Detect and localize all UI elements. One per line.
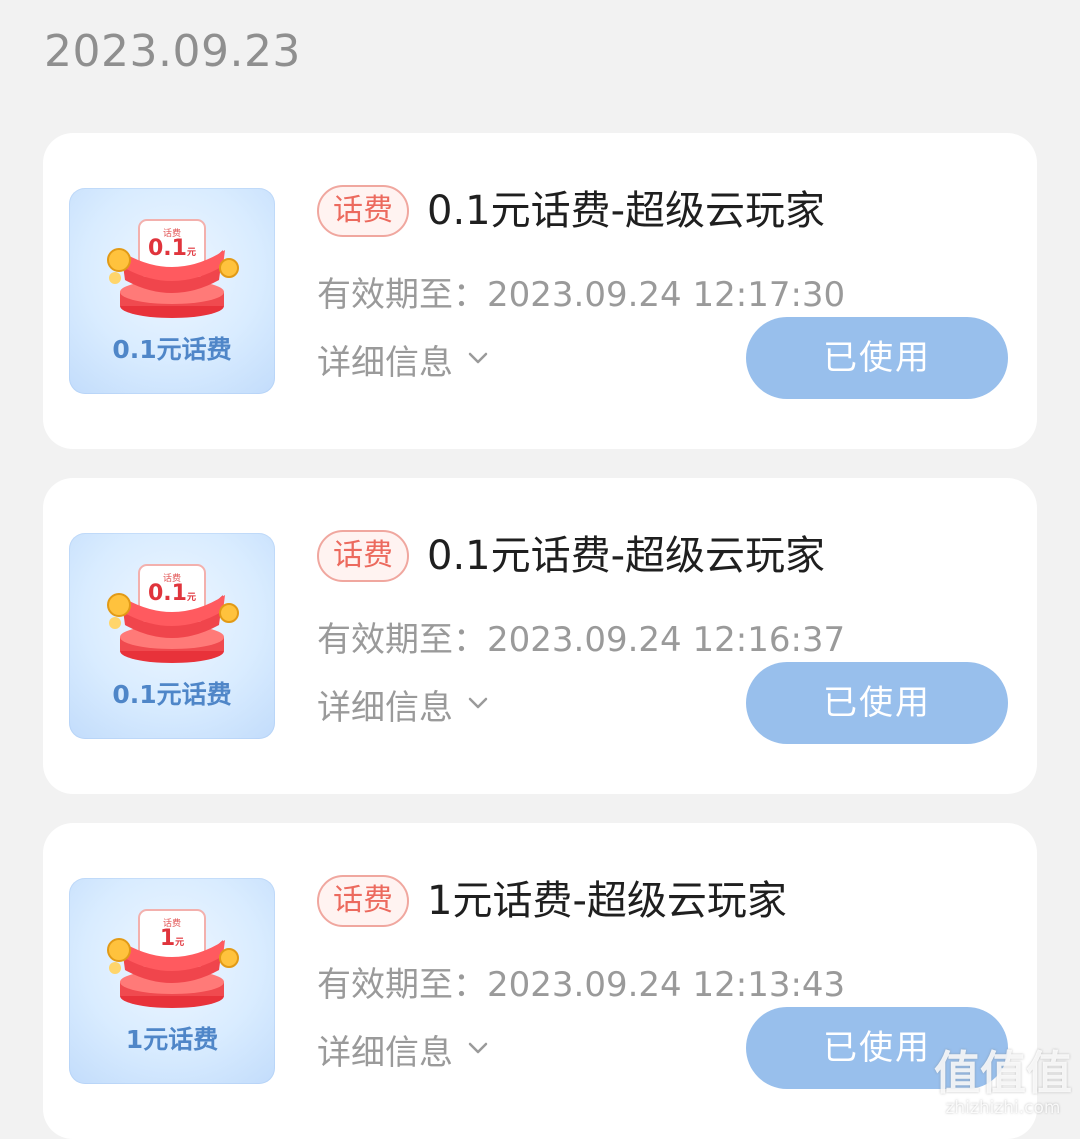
category-tag: 话费	[317, 185, 409, 237]
detail-toggle[interactable]: 详细信息	[317, 680, 489, 729]
detail-label: 详细信息	[317, 688, 453, 728]
thumb-label: 0.1元话费	[112, 335, 232, 364]
coupon-title: 0.1元话费-超级云玩家	[427, 188, 826, 234]
thumb-label: 0.1元话费	[112, 680, 232, 709]
thumb-badge-value: 0.1元	[139, 236, 205, 266]
coupon-title: 0.1元话费-超级云玩家	[427, 533, 826, 579]
chevron-down-icon	[468, 352, 488, 363]
thumb-badge-unit: 元	[186, 248, 196, 258]
category-tag: 话费	[317, 530, 409, 582]
validity-prefix: 有效期至：	[317, 275, 487, 315]
validity-text: 有效期至：2023.09.24 12:17:30	[317, 267, 845, 316]
thumb-badge-value: 0.1元	[139, 581, 205, 611]
thumb-badge-number: 1	[159, 926, 176, 951]
validity-datetime: 2023.09.24 12:16:37	[487, 620, 846, 660]
coupon-thumbnail: 话费 1元 1元话费	[69, 878, 275, 1084]
thumb-label: 1元话费	[125, 1025, 219, 1054]
validity-prefix: 有效期至：	[317, 965, 487, 1005]
thumb-badge-number: 0.1	[148, 581, 187, 606]
used-button[interactable]: 已使用	[746, 1007, 1008, 1089]
validity-text: 有效期至：2023.09.24 12:16:37	[317, 612, 845, 661]
validity-datetime: 2023.09.24 12:13:43	[487, 965, 846, 1005]
chevron-down-icon	[468, 697, 488, 708]
detail-label: 详细信息	[317, 343, 453, 383]
coupon-title: 1元话费-超级云玩家	[427, 878, 787, 924]
used-button[interactable]: 已使用	[746, 317, 1008, 399]
category-tag: 话费	[317, 875, 409, 927]
validity-text: 有效期至：2023.09.24 12:13:43	[317, 957, 845, 1006]
coupon-card[interactable]: 话费 1元 1元话费 话费 1元话费-超级云玩家 有效期至：2023.09.24…	[43, 823, 1037, 1139]
validity-datetime: 2023.09.24 12:17:30	[487, 275, 846, 315]
thumb-badge-unit: 元	[175, 938, 185, 948]
coupon-thumbnail: 话费 0.1元 0.1元话费	[69, 533, 275, 739]
thumb-badge-number: 0.1	[148, 236, 187, 261]
coupon-card[interactable]: 话费 0.1元 0.1元话费 话费 0.1元话费-超级云玩家 有效期至：2023…	[43, 478, 1037, 794]
thumb-badge-value: 1元	[139, 926, 205, 956]
detail-label: 详细信息	[317, 1033, 453, 1073]
thumb-badge-unit: 元	[186, 593, 196, 603]
detail-toggle[interactable]: 详细信息	[317, 1025, 489, 1074]
detail-toggle[interactable]: 详细信息	[317, 335, 489, 384]
chevron-down-icon	[468, 1042, 488, 1053]
coupon-card[interactable]: 话费 0.1元 0.1元话费 话费 0.1元话费-超级云玩家 有效期至：2023…	[43, 133, 1037, 449]
coupon-thumbnail: 话费 0.1元 0.1元话费	[69, 188, 275, 394]
used-button[interactable]: 已使用	[746, 662, 1008, 744]
validity-prefix: 有效期至：	[317, 620, 487, 660]
date-header: 2023.09.23	[44, 26, 301, 77]
